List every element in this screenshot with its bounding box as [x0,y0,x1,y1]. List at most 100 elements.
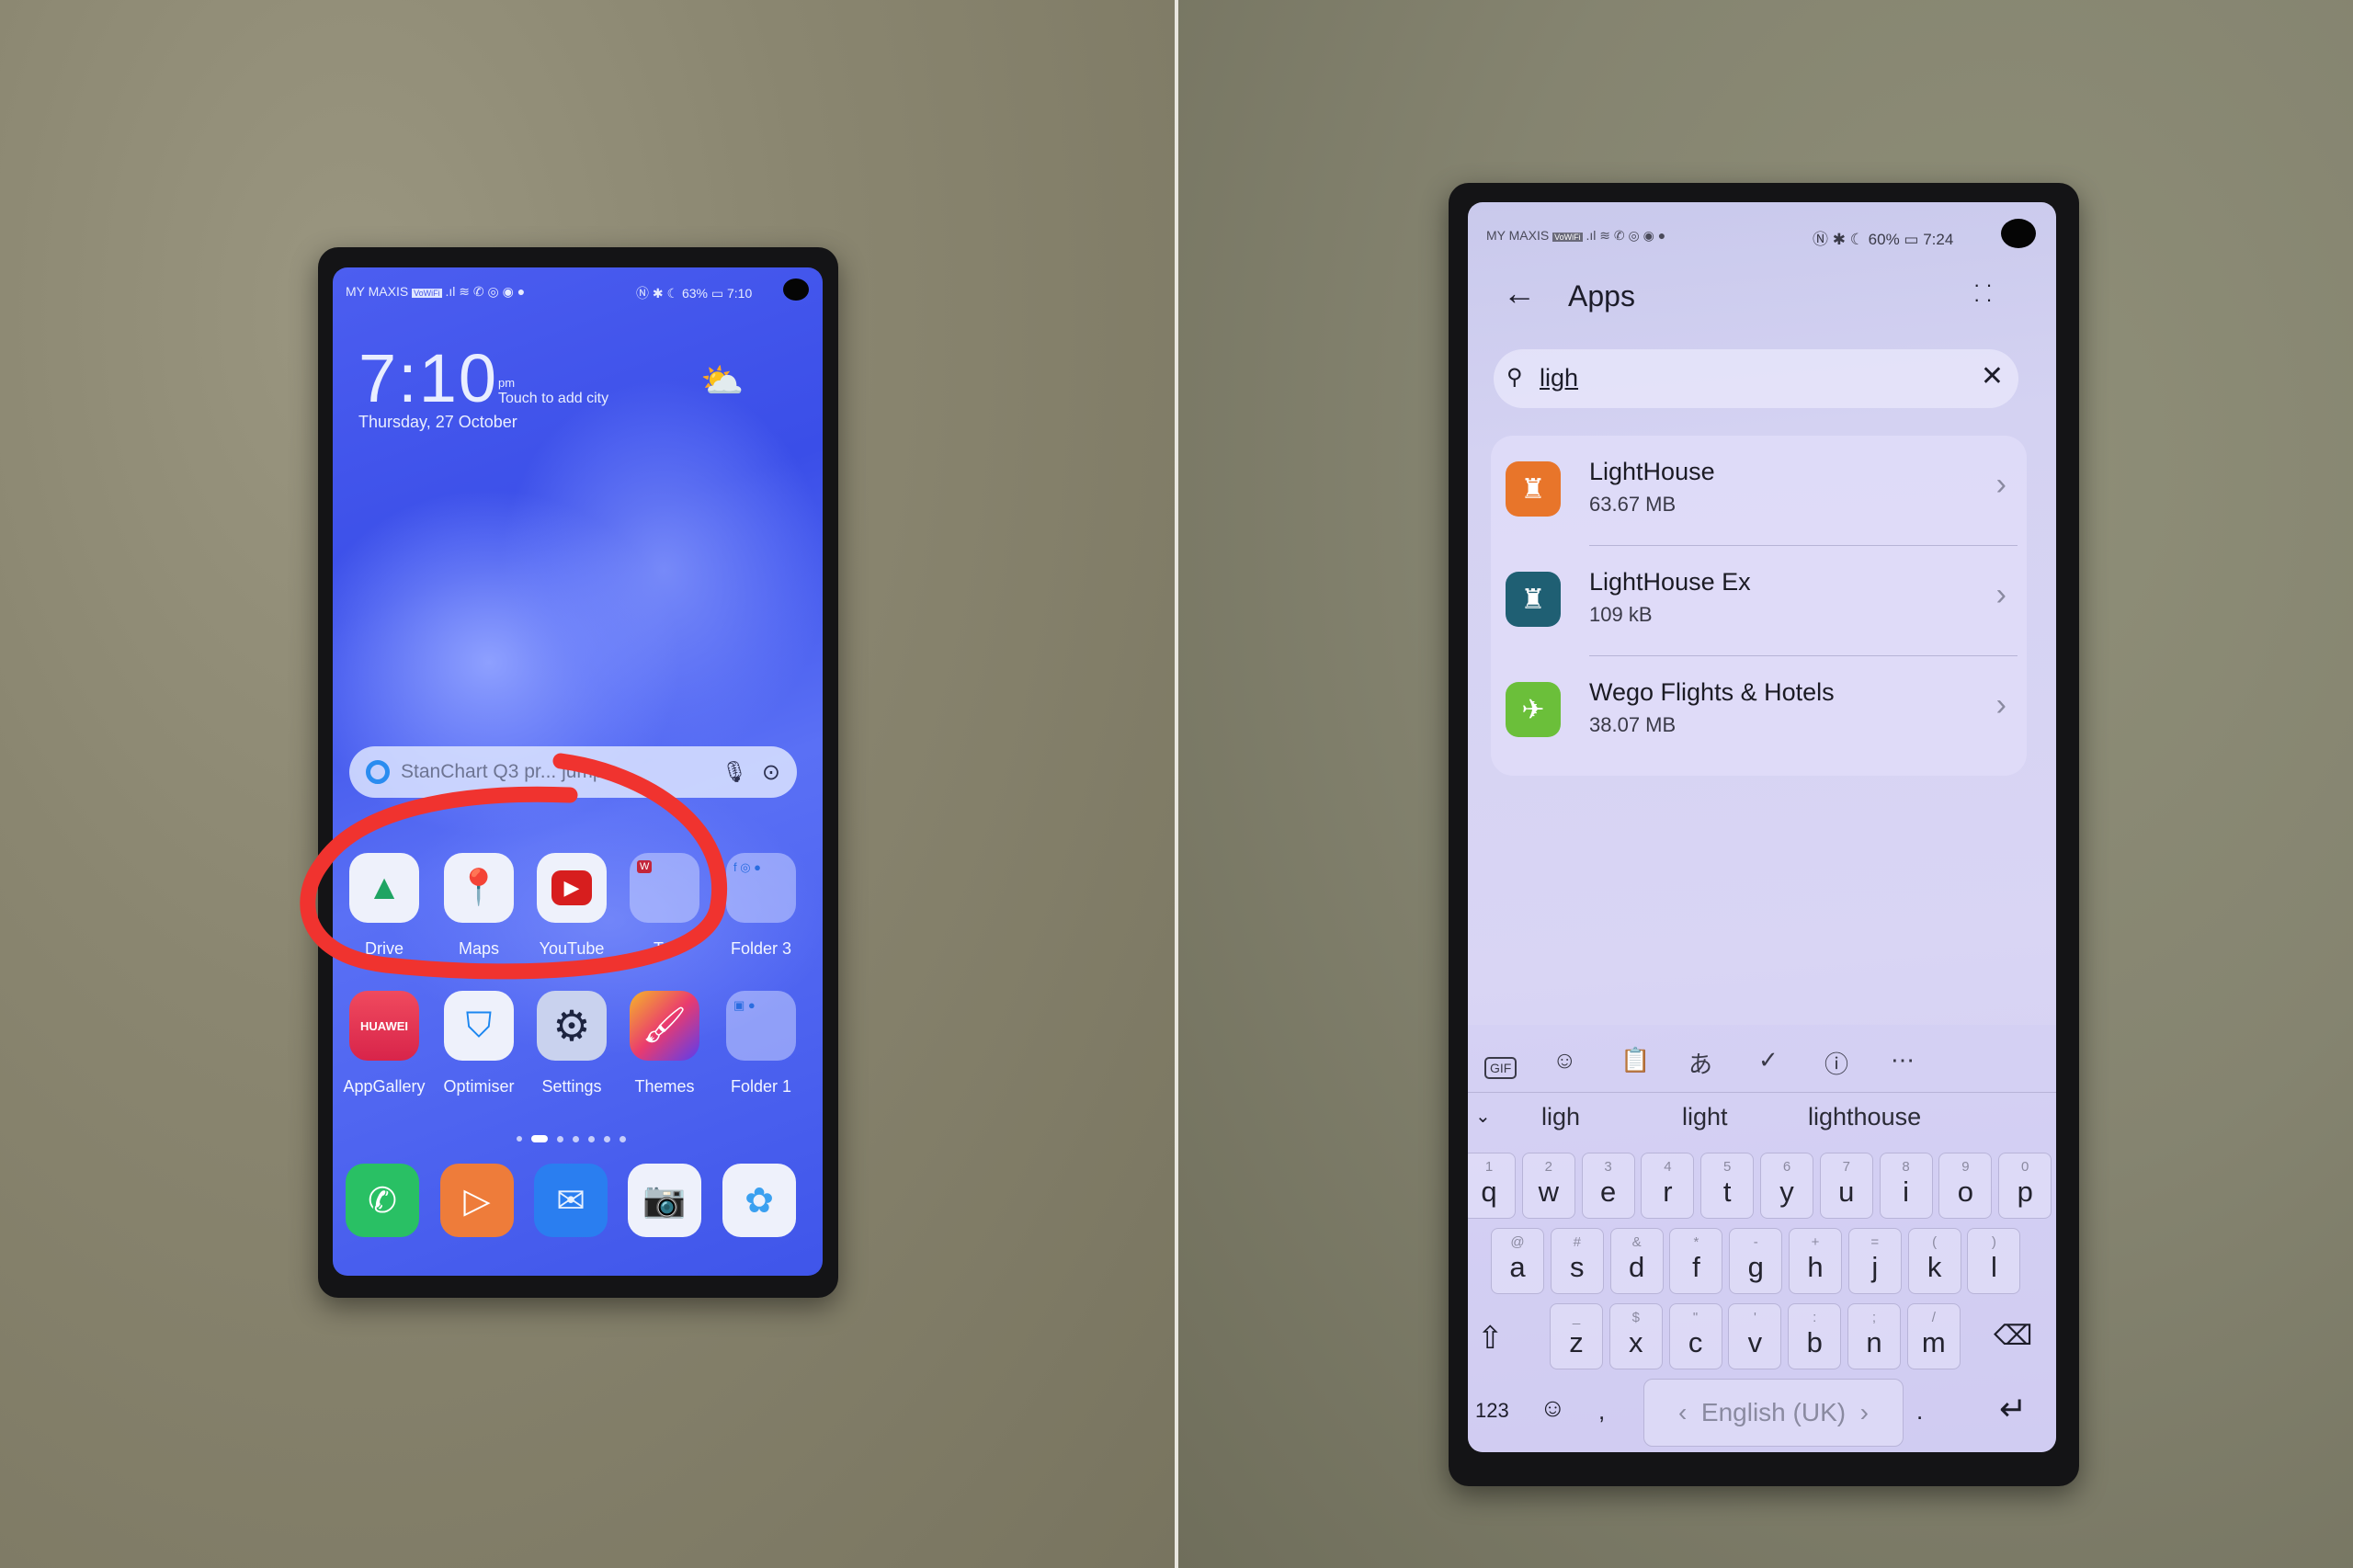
key-hint: + [1811,1234,1820,1250]
more-icon[interactable]: ⋯ [1891,1046,1915,1074]
gif-button[interactable]: GIF [1484,1057,1518,1079]
check-icon[interactable]: ✓ [1758,1046,1779,1074]
emoji-key-icon[interactable]: ☺ [1540,1393,1566,1423]
key-s[interactable]: # s [1550,1228,1604,1294]
key-hint: 8 [1902,1159,1910,1175]
key-letter: z [1569,1326,1584,1358]
key-k[interactable]: (k [1907,1228,1961,1294]
more-options-icon[interactable]: ·· ·· [1973,275,1998,310]
clear-search-icon[interactable]: ✕ [1981,360,2004,392]
key-hint: 1 [1484,1159,1494,1175]
lighthouse-icon: ♜ [1506,461,1561,517]
info-icon[interactable]: ⓘ [1824,1046,1848,1080]
key-hint: # [1573,1234,1581,1250]
key-r[interactable]: 4r [1641,1153,1695,1219]
result-row[interactable]: ✈ Wego Flights & Hotels 38.07 MB › [1491,656,2027,767]
key-letter: u [1838,1176,1855,1208]
key-hint: ; [1871,1310,1877,1325]
key-letter: n [1866,1326,1882,1358]
key-letter: s [1570,1251,1585,1283]
vowifi-badge: VoWiFi [1552,233,1583,242]
page-title: Apps [1568,279,1635,312]
key-m[interactable]: / m [1906,1303,1961,1369]
key-letter: g [1747,1251,1764,1283]
app-size: 38.07 MB [1589,713,1677,736]
key-letter: p [2017,1176,2033,1208]
translate-icon[interactable]: あ [1688,1046,1712,1080]
key-p[interactable]: 0p [1998,1153,2052,1219]
key-a[interactable]: @ a [1491,1228,1544,1294]
app-name: LightHouse [1589,458,1715,485]
key-f[interactable]: * f [1669,1228,1723,1294]
key-letter: e [1599,1176,1617,1208]
battery-icon: ▭ [1904,231,1919,248]
search-input[interactable]: ligh [1540,364,1578,392]
key-letter: i [1903,1176,1910,1208]
key-i[interactable]: 8i [1879,1153,1933,1219]
key-hint: 4 [1664,1159,1672,1175]
key-n[interactable]: ; n [1847,1303,1901,1369]
key-letter: j [1871,1251,1879,1283]
key-z[interactable]: _ z [1550,1303,1603,1369]
key-d[interactable]: & d [1609,1228,1664,1294]
status-time: 7:24 [1923,231,1954,248]
nfc-bluetooth-dnd-icons: Ⓝ ✱ ☾ [1813,231,1869,248]
result-row[interactable]: ♜ LightHouse 63.67 MB › [1491,436,2027,546]
space-key[interactable]: ‹ English (UK) › [1643,1379,1904,1447]
key-u[interactable]: 7u [1819,1153,1873,1219]
key-w[interactable]: 2w [1521,1153,1575,1219]
key-h[interactable]: + h [1789,1228,1842,1294]
collapse-keyboard-icon[interactable]: ⌄ [1475,1105,1491,1128]
key-hint: * [1693,1234,1699,1250]
app-size: 109 kB [1589,603,1653,626]
key-letter: l [1990,1251,1997,1283]
key-hint: & [1631,1234,1642,1250]
result-row[interactable]: ♜ LightHouse Ex 109 kB › [1491,546,2027,656]
key-t[interactable]: 5t [1700,1153,1755,1219]
annotation-stroke [300,753,727,980]
search-field[interactable]: ⚲ ligh ✕ [1494,349,2018,408]
period-key[interactable]: . [1916,1397,1923,1426]
key-hint: ' [1753,1310,1756,1325]
signal-wifi-notification-icons: .ıl ≋ ✆ ◎ ◉ ● [1586,228,1666,243]
shift-key-icon[interactable]: ⇧ [1477,1320,1504,1357]
key-o[interactable]: 9o [1938,1153,1993,1219]
key-hint: 0 [2021,1159,2029,1175]
key-letter: h [1807,1251,1824,1283]
key-letter: k [1927,1251,1942,1283]
key-b[interactable]: :b [1788,1303,1842,1369]
key-v[interactable]: ' v [1728,1303,1782,1369]
numbers-key[interactable]: 123 [1475,1399,1509,1423]
key-hint: @ [1510,1234,1525,1250]
suggestion[interactable]: light [1682,1103,1728,1131]
backspace-key-icon[interactable]: ⌫ [1994,1320,2032,1352]
app-size: 63.67 MB [1589,493,1677,516]
sticker-icon[interactable]: ☺ [1552,1046,1577,1074]
space-language-label: English (UK) [1700,1398,1847,1426]
clipboard-icon[interactable]: 📋 [1620,1046,1650,1074]
key-q[interactable]: 1q [1468,1153,1516,1219]
red-annotation-circle [300,753,727,980]
enter-key-icon[interactable]: ↵ [1999,1390,2027,1428]
key-hint: : [1813,1310,1817,1325]
key-letter: a [1509,1251,1526,1283]
app-name: Wego Flights & Hotels [1589,678,1835,706]
key-letter: c [1688,1326,1703,1358]
suggestion[interactable]: ligh [1541,1103,1580,1131]
suggestion[interactable]: lighthouse [1808,1103,1921,1131]
key-l[interactable]: ) l [1967,1228,2021,1294]
back-arrow-icon[interactable]: ← [1503,274,1536,312]
key-c[interactable]: " c [1668,1303,1722,1369]
key-j[interactable]: = j [1847,1228,1902,1294]
key-e[interactable]: 3e [1581,1153,1635,1219]
key-letter: f [1692,1251,1700,1283]
key-hint: = [1870,1234,1880,1250]
key-hint: ) [1991,1234,1996,1250]
key-x[interactable]: $ x [1608,1303,1663,1369]
status-carrier: MY MAXIS VoWiFi .ıl ≋ ✆ ◎ ◉ ● [1486,228,1665,244]
key-g[interactable]: -g [1729,1228,1783,1294]
key-letter: d [1628,1251,1645,1283]
comma-key[interactable]: , [1598,1397,1605,1426]
key-hint: " [1692,1310,1699,1325]
key-y[interactable]: 6y [1760,1153,1813,1219]
